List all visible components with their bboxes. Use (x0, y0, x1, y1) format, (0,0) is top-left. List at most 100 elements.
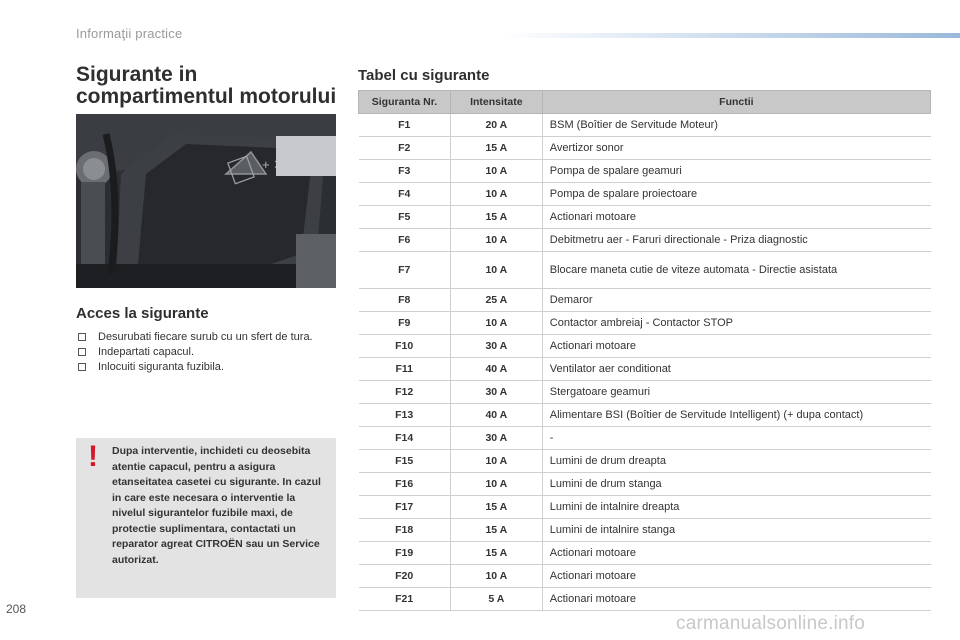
function-cell: Debitmetru aer - Faruri directionale - P… (542, 228, 931, 252)
function-cell: Blocare maneta cutie de viteze automata … (542, 251, 931, 289)
function-cell: - (542, 426, 931, 450)
fuse-number-cell: F19 (358, 541, 451, 565)
fuse-table: Siguranta Nr. Intensitate Functii F1 20 A… (358, 90, 932, 611)
table-row: F20 10 A Actionari motoare (358, 564, 931, 588)
function-cell: Avertizor sonor (542, 136, 931, 160)
intensity-cell: 40 A (449, 357, 543, 381)
table-row: F10 30 A Actionari motoare (358, 334, 931, 358)
intensity-cell: 15 A (449, 495, 543, 519)
intensity-cell: 10 A (449, 311, 543, 335)
intensity-cell: 15 A (449, 518, 543, 542)
function-cell: BSM (Boîtier de Servitude Moteur) (542, 113, 931, 137)
fuse-number-cell: F13 (358, 403, 451, 427)
table-row: F8 25 A Demaror (358, 288, 931, 312)
table-row: F9 10 A Contactor ambreiaj - Contactor STO… (358, 311, 931, 335)
intensity-cell: 10 A (449, 564, 543, 588)
function-cell: Stergatoare geamuri (542, 380, 931, 404)
table-row: F7 10 A Blocare maneta cutie de viteze aut… (358, 251, 931, 289)
intensity-cell: 15 A (449, 205, 543, 229)
step-item: Indepartati capacul. (76, 345, 326, 360)
function-cell: Actionari motoare (542, 541, 931, 565)
fuse-number-cell: F17 (358, 495, 451, 519)
intensity-cell: 10 A (449, 472, 543, 496)
table-row: F1 20 A BSM (Boîtier de Servitude Moteur) (358, 113, 931, 137)
intensity-cell: 5 A (449, 587, 543, 611)
function-cell: Actionari motoare (542, 587, 931, 611)
fuse-number-cell: F4 (358, 182, 451, 206)
table-row: F6 10 A Debitmetru aer - Faruri directiona… (358, 228, 931, 252)
table-title: Tabel cu sigurante (358, 67, 490, 84)
fuse-number-cell: F7 (358, 251, 451, 289)
table-row: F11 40 A Ventilator aer conditionat (358, 357, 931, 381)
function-cell: Lumini de intalnire stanga (542, 518, 931, 542)
function-cell: Pompa de spalare geamuri (542, 159, 931, 183)
table-header-row: Siguranta Nr. Intensitate Functii (358, 90, 932, 114)
checkbox-bullet-icon (78, 333, 86, 341)
fuse-number-cell: F8 (358, 288, 451, 312)
intensity-cell: 15 A (449, 541, 543, 565)
table-row: F18 15 A Lumini de intalnire stanga (358, 518, 931, 542)
intensity-cell: 10 A (449, 159, 543, 183)
intensity-cell: 30 A (449, 426, 543, 450)
intensity-cell: 40 A (449, 403, 543, 427)
intensity-cell: 25 A (449, 288, 543, 312)
intensity-cell: 10 A (449, 251, 543, 289)
fuse-number-cell: F6 (358, 228, 451, 252)
page-number: 208 (6, 602, 27, 616)
fuse-number-cell: F18 (358, 518, 451, 542)
fuse-number-cell: F9 (358, 311, 451, 335)
column-header-intensity: Intensitate (449, 90, 543, 114)
function-cell: Demaror (542, 288, 931, 312)
fuse-number-cell: F16 (358, 472, 451, 496)
table-row: F12 30 A Stergatoare geamuri (358, 380, 931, 404)
fuse-number-cell: F14 (358, 426, 451, 450)
fuse-number-cell: F1 (358, 113, 451, 137)
function-cell: Contactor ambreiaj - Contactor STOP (542, 311, 931, 335)
column-header-nr: Siguranta Nr. (358, 90, 451, 114)
table-row: F2 15 A Avertizor sonor (358, 136, 931, 160)
intensity-cell: 10 A (449, 449, 543, 473)
exclamation-icon: ! (88, 440, 98, 473)
intensity-cell: 10 A (449, 228, 543, 252)
fuse-number-cell: F20 (358, 564, 451, 588)
section-title: Sigurante in compartimentul motorului (76, 63, 337, 108)
table-row: F13 40 A Alimentare BSI (Boîtier de Servit… (358, 403, 931, 427)
checkbox-bullet-icon (78, 363, 86, 371)
access-steps: Desurubati fiecare surub cu un sfert de … (76, 330, 326, 375)
access-subtitle: Acces la sigurante (76, 305, 209, 322)
warning-text: Dupa interventie, inchideti cu deosebita… (112, 445, 321, 566)
header-gradient-bar (500, 33, 960, 38)
warning-box: ! Dupa interventie, inchideti cu deosebi… (76, 438, 336, 598)
fuse-box-illustration: + ✕ (76, 114, 336, 288)
table-row: F15 10 A Lumini de drum dreapta (358, 449, 931, 473)
function-cell: Pompa de spalare proiectoare (542, 182, 931, 206)
table-row: F21 5 A Actionari motoare (358, 587, 931, 611)
step-item: Desurubati fiecare surub cu un sfert de … (76, 330, 326, 345)
step-item: Inlocuiti siguranta fuzibila. (76, 360, 326, 375)
table-row: F17 15 A Lumini de intalnire dreapta (358, 495, 931, 519)
checkbox-bullet-icon (78, 348, 86, 356)
fuse-number-cell: F11 (358, 357, 451, 381)
fuse-number-cell: F12 (358, 380, 451, 404)
engine-compartment-photo: + ✕ (76, 114, 336, 288)
fuse-number-cell: F10 (358, 334, 451, 358)
table-row: F3 10 A Pompa de spalare geamuri (358, 159, 931, 183)
function-cell: Lumini de intalnire dreapta (542, 495, 931, 519)
fuse-number-cell: F3 (358, 159, 451, 183)
function-cell: Actionari motoare (542, 334, 931, 358)
running-header: Informaţii practice (76, 26, 183, 41)
table-row: F19 15 A Actionari motoare (358, 541, 931, 565)
intensity-cell: 30 A (449, 334, 543, 358)
function-cell: Actionari motoare (542, 205, 931, 229)
table-row: F14 30 A- (358, 426, 931, 450)
function-cell: Ventilator aer conditionat (542, 357, 931, 381)
intensity-cell: 10 A (449, 182, 543, 206)
function-cell: Actionari motoare (542, 564, 931, 588)
watermark: carmanualsonline.info (676, 613, 866, 634)
table-row: F16 10 A Lumini de drum stanga (358, 472, 931, 496)
intensity-cell: 20 A (449, 113, 543, 137)
fuse-number-cell: F2 (358, 136, 451, 160)
function-cell: Lumini de drum dreapta (542, 449, 931, 473)
column-header-functions: Functii (541, 90, 932, 114)
table-row: F5 15 A Actionari motoare (358, 205, 931, 229)
